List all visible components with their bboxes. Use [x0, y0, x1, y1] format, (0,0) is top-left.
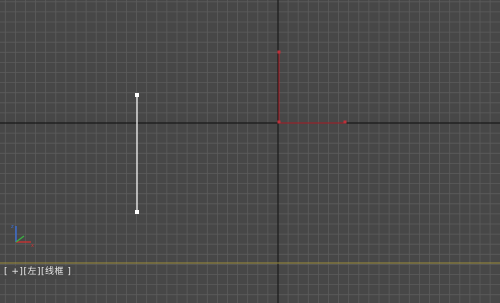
svg-text:z: z	[11, 224, 14, 230]
viewport-view-menu[interactable]: [左]	[23, 267, 41, 277]
svg-text:x: x	[31, 243, 34, 249]
viewport-label-menu[interactable]: [ +][左][线框 ]	[3, 266, 73, 279]
viewport-left-wireframe[interactable]: z x [ +][左][线框 ]	[0, 0, 500, 303]
viewport-shading-menu[interactable]: [线框 ]	[41, 267, 71, 277]
xyz-axis-gizmo-icon: z x	[11, 224, 34, 249]
vertex-red-corner[interactable]	[277, 120, 281, 124]
vertex-top[interactable]	[135, 93, 139, 97]
vertex-red-top[interactable]	[277, 50, 281, 54]
viewport-grid: z x	[0, 0, 500, 303]
viewport-plus-menu[interactable]: [ +]	[4, 267, 23, 277]
vertex-red-end[interactable]	[343, 120, 347, 124]
vertex-bottom[interactable]	[135, 210, 139, 214]
minor-grid-lines	[0, 0, 500, 303]
